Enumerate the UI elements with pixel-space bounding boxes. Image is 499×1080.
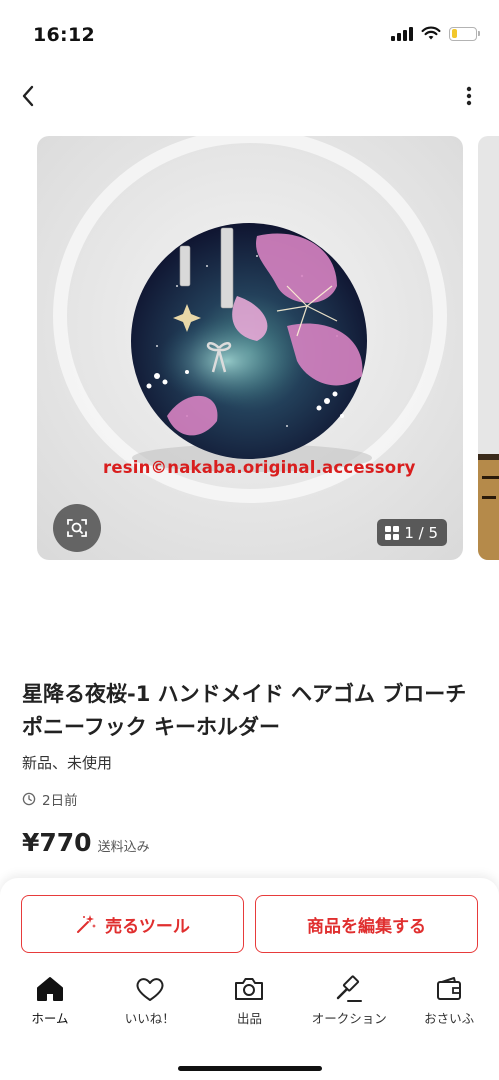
- tab-sell[interactable]: 出品: [200, 974, 300, 1034]
- posted-time-text: 2日前: [42, 793, 78, 809]
- tab-home-label: ホーム: [31, 1011, 69, 1026]
- shipping-note: 送料込み: [97, 840, 150, 855]
- status-time: 16:12: [33, 24, 95, 46]
- sell-tool-button[interactable]: 売るツール: [21, 895, 244, 953]
- camera-icon: [232, 974, 266, 1004]
- next-image-peek[interactable]: [478, 136, 499, 560]
- wifi-icon: [421, 26, 441, 40]
- product-price: ¥770: [22, 828, 92, 857]
- grid-icon: [385, 525, 400, 540]
- status-icons: [391, 26, 480, 41]
- home-indicator: [178, 1066, 322, 1071]
- battery-icon: [449, 26, 480, 41]
- tab-auction[interactable]: オークション: [299, 974, 399, 1034]
- product-image-carousel[interactable]: resin©nakaba.original.accessory 1 / 5: [37, 136, 463, 560]
- tab-auction-label: オークション: [311, 1011, 387, 1026]
- edit-item-button[interactable]: 商品を編集する: [255, 895, 478, 953]
- product-condition: 新品、未使用: [22, 754, 113, 772]
- heart-icon: [133, 974, 167, 1004]
- image-page-counter[interactable]: 1 / 5: [377, 519, 447, 546]
- gavel-icon: [332, 974, 366, 1004]
- image-search-button[interactable]: [53, 504, 101, 552]
- tab-likes-label: いいね！: [124, 1011, 175, 1026]
- cellular-signal-icon: [391, 26, 413, 41]
- product-photo: [37, 136, 463, 560]
- bottom-tab-bar: ホーム いいね！ 出品 オークション おさいふ: [0, 974, 499, 1034]
- image-watermark: resin©nakaba.original.accessory: [103, 458, 416, 477]
- price-row: ¥770 送料込み: [22, 828, 150, 857]
- more-vertical-icon: [466, 86, 472, 106]
- more-options-button[interactable]: [459, 80, 479, 112]
- bottom-panel: 売るツール 商品を編集する ホーム いいね！ 出品 オークション おさいふ: [0, 878, 499, 1080]
- clock-icon: [22, 792, 36, 806]
- next-photo-thumbnail: [478, 136, 499, 560]
- top-nav: [0, 72, 499, 120]
- sell-tool-label: 売るツール: [105, 916, 190, 937]
- tab-home[interactable]: ホーム: [0, 974, 100, 1034]
- status-bar: 16:12: [0, 0, 499, 72]
- posted-time: 2日前: [22, 789, 78, 809]
- wallet-icon: [432, 974, 466, 1004]
- product-title: 星降る夜桜-1 ハンドメイド ヘアゴム ブローチ ポニーフック キーホルダー: [22, 682, 467, 739]
- tab-likes[interactable]: いいね！: [100, 974, 200, 1034]
- magic-wand-icon: [77, 915, 97, 933]
- edit-item-label: 商品を編集する: [307, 916, 426, 937]
- tab-wallet-label: おさいふ: [424, 1011, 475, 1026]
- page-counter-text: 1 / 5: [404, 523, 438, 542]
- home-icon: [33, 974, 67, 1004]
- image-search-icon: [67, 519, 87, 537]
- back-button[interactable]: [12, 80, 44, 112]
- battery-level: [451, 29, 458, 38]
- chevron-left-icon: [22, 85, 34, 107]
- tab-wallet[interactable]: おさいふ: [399, 974, 499, 1034]
- tab-sell-label: 出品: [236, 1011, 262, 1026]
